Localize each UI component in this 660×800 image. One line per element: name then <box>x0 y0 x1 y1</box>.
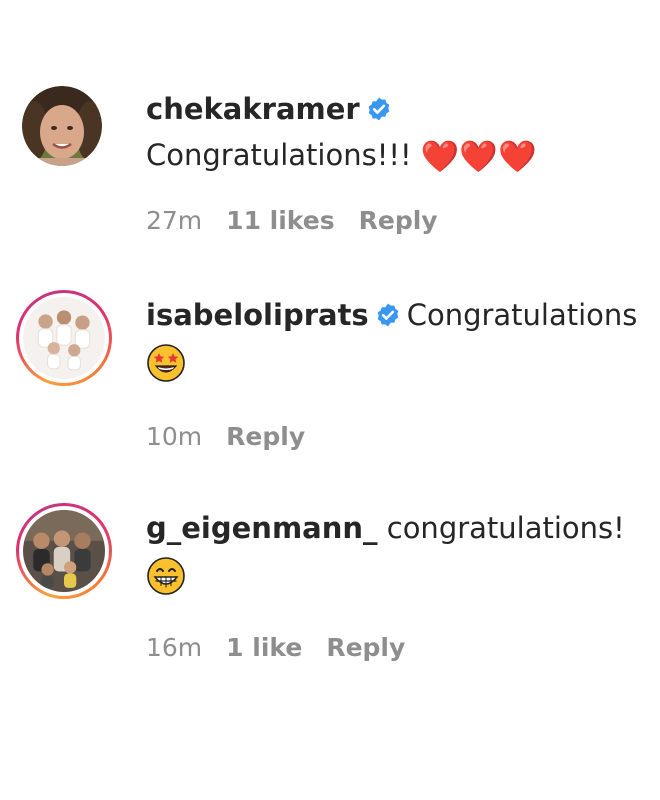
comment-meta: 10m Reply <box>146 422 329 451</box>
reply-button[interactable]: Reply <box>359 206 438 235</box>
comment-body: g_eigenmann_ congratulations! 😁 <box>146 505 646 597</box>
comment-timestamp[interactable]: 27m <box>146 206 202 235</box>
comment-likes[interactable]: 1 like <box>226 633 302 662</box>
avatar[interactable] <box>16 290 112 386</box>
comment-meta: 27m 11 likes Reply <box>146 206 462 235</box>
reply-button[interactable]: Reply <box>326 633 405 662</box>
verified-badge-icon <box>366 96 392 122</box>
avatar[interactable] <box>16 503 112 599</box>
comment-username[interactable]: chekakramer <box>146 92 360 126</box>
comments-list: chekakramer Congratulations!!! ❤️❤️❤️ 27… <box>0 0 660 800</box>
comment-likes[interactable]: 11 likes <box>226 206 334 235</box>
comment-timestamp[interactable]: 10m <box>146 422 202 451</box>
comment-username[interactable]: g_eigenmann_ <box>146 511 378 545</box>
avatar-photo <box>23 510 105 592</box>
avatar-photo <box>23 297 105 379</box>
grinning-emoji-icon <box>146 556 186 596</box>
comment-timestamp[interactable]: 16m <box>146 633 202 662</box>
star-struck-emoji-icon <box>146 343 186 383</box>
verified-badge-icon <box>375 302 401 328</box>
comment-text: Congratulations!!! <box>146 138 412 172</box>
red-heart-icon: ❤️❤️❤️ <box>420 139 537 175</box>
reply-button[interactable]: Reply <box>226 422 305 451</box>
avatar-photo <box>22 86 102 166</box>
comment-text: Congratulations <box>406 298 638 332</box>
comment-body: isabelolipratsCongratulations 🤩 <box>146 292 646 384</box>
comment-username[interactable]: isabeloliprats <box>146 298 369 332</box>
comment-meta: 16m 1 like Reply <box>146 633 429 662</box>
avatar[interactable] <box>22 86 102 166</box>
comment-text: congratulations! <box>386 511 625 545</box>
comment-body: chekakramer Congratulations!!! ❤️❤️❤️ <box>146 86 646 180</box>
